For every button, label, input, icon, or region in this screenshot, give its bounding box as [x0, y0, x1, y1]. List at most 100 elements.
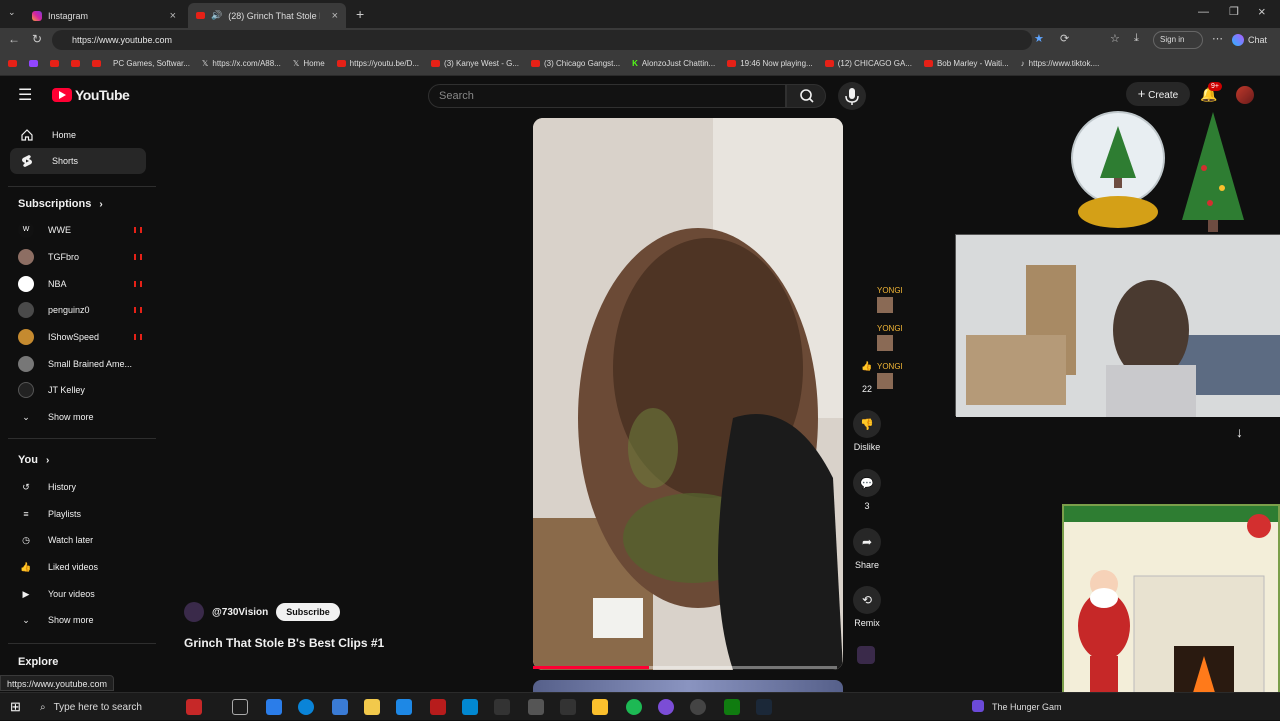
copilot-icon[interactable]	[266, 699, 282, 715]
video-title[interactable]: Grinch That Stole B's Best Clips #1	[184, 636, 384, 650]
share-button[interactable]: ➦ Share	[851, 528, 883, 570]
twitch-icon[interactable]	[29, 60, 38, 67]
voice-search-button[interactable]	[838, 82, 866, 110]
app-icon[interactable]	[560, 699, 576, 715]
search-button[interactable]	[786, 84, 826, 108]
search-input[interactable]: Search	[428, 84, 786, 108]
xbox-icon[interactable]	[724, 699, 740, 715]
youtube-icon[interactable]	[71, 60, 80, 67]
bookmark-item[interactable]: 𝕏https://x.com/A88...	[202, 59, 281, 68]
tab-menu-icon[interactable]: ⌄	[8, 7, 16, 18]
taskbar-window-hunger-games[interactable]: The Hunger Gam	[972, 693, 1062, 721]
sidebar-item-watch-later[interactable]: ◷ Watch later	[18, 530, 142, 550]
sidebar-item-history[interactable]: ↺ History	[18, 477, 142, 497]
youtube-icon[interactable]	[50, 60, 59, 67]
bookmark-item[interactable]: https://youtu.be/D...	[336, 59, 419, 68]
next-video-preview[interactable]	[533, 680, 843, 692]
favorite-star-icon[interactable]: ★	[1034, 32, 1044, 45]
app-icon[interactable]	[690, 699, 706, 715]
youtube-icon[interactable]	[92, 60, 101, 67]
youtube-logo[interactable]: YouTube	[52, 87, 130, 103]
santa-fireplace-image	[1064, 506, 1278, 718]
channel-avatar[interactable]	[857, 646, 875, 664]
sidebar-item-nba[interactable]: NBA	[18, 274, 142, 294]
notifications-button[interactable]: 🔔 9+	[1200, 82, 1222, 104]
shorts-video-player[interactable]	[533, 118, 843, 670]
app-icon[interactable]	[430, 699, 446, 715]
more-menu-icon[interactable]: ⋯	[1212, 32, 1223, 45]
sidebar-item-jt-kelley[interactable]: JT Kelley	[18, 380, 142, 400]
store-icon[interactable]	[332, 699, 348, 715]
app-icon[interactable]	[658, 699, 674, 715]
refresh-icon[interactable]: ↻	[32, 32, 42, 46]
bookmark-item[interactable]: ♪ https://www.tiktok....	[1021, 59, 1100, 68]
url-field[interactable]: https://www.youtube.com	[52, 30, 1032, 50]
subscribe-button[interactable]: Subscribe	[276, 603, 340, 621]
you-header[interactable]: You ›	[18, 454, 49, 466]
window-close-icon[interactable]: ×	[1258, 4, 1266, 19]
steam-icon[interactable]	[756, 699, 772, 715]
sidebar-item-penguinz0[interactable]: penguinz0	[18, 300, 142, 320]
bookmark-item[interactable]: K AlonzoJust Chattin...	[632, 59, 715, 68]
like-count: 22	[861, 384, 872, 394]
avatar[interactable]	[184, 602, 204, 622]
taskbar-search[interactable]: ⌕ Type here to search	[32, 696, 172, 718]
new-tab-icon[interactable]: +	[356, 6, 364, 22]
maximize-icon[interactable]: ❐	[1229, 5, 1239, 18]
bookmark-item[interactable]: 𝕏 Home	[293, 59, 325, 68]
sidebar-item-small-brained[interactable]: Small Brained Ame...	[18, 354, 142, 374]
bookmark-item[interactable]: 19:46 Now playing...	[727, 59, 813, 68]
poinsettia-icon[interactable]	[186, 699, 202, 715]
channel-name[interactable]: @730Vision	[212, 607, 268, 618]
app-icon[interactable]	[592, 699, 608, 715]
spotify-icon[interactable]	[626, 699, 642, 715]
sidebar-item-wwe[interactable]: W WWE	[18, 220, 142, 240]
show-more-button[interactable]: ⌄ Show more	[18, 610, 142, 630]
sidebar-item-shorts[interactable]: Shorts	[10, 148, 146, 174]
sidebar-item-playlists[interactable]: ≡ Playlists	[18, 504, 142, 524]
video-progress-bar[interactable]	[533, 666, 837, 669]
remix-button[interactable]: ⟲ Remix	[851, 586, 883, 628]
bookmark-item[interactable]: (12) CHICAGO GA...	[824, 59, 912, 68]
minimize-icon[interactable]: —	[1198, 6, 1209, 18]
copilot-chat-button[interactable]: Chat	[1232, 31, 1267, 49]
arrow-down-icon[interactable]: ↓	[1236, 424, 1243, 440]
explore-header: Explore	[18, 656, 59, 668]
create-button[interactable]: + Create	[1126, 82, 1190, 106]
file-explorer-icon[interactable]	[364, 699, 380, 715]
extensions-icon[interactable]: ⟳	[1060, 32, 1069, 45]
mail-icon[interactable]	[396, 699, 412, 715]
youtube-icon[interactable]	[8, 60, 17, 67]
hamburger-menu-icon[interactable]: ☰	[18, 85, 32, 105]
dislike-button[interactable]: 👎 Dislike	[851, 410, 883, 452]
bookmark-item[interactable]: (3) Kanye West - G...	[431, 59, 519, 68]
speaker-icon[interactable]: 🔊	[211, 10, 222, 21]
sidebar-item-tgfbro[interactable]: TGFbro	[18, 247, 142, 267]
app-icon[interactable]	[528, 699, 544, 715]
app-icon[interactable]	[494, 699, 510, 715]
show-more-button[interactable]: ⌄ Show more	[18, 407, 142, 427]
download-icon[interactable]: ⤓	[1134, 32, 1139, 45]
bookmark-item[interactable]: PC Games, Softwar...	[113, 59, 190, 68]
like-button[interactable]: 👍 22	[851, 352, 883, 395]
back-icon[interactable]: ←	[8, 32, 20, 46]
bookmark-item[interactable]: (3) Chicago Gangst...	[531, 59, 620, 68]
tab-youtube[interactable]: 🔊 (28) Grinch That Stole B's Best ×	[188, 3, 346, 28]
sidebar-item-ishowspeed[interactable]: IShowSpeed	[18, 327, 142, 347]
close-icon[interactable]: ×	[332, 10, 338, 22]
close-icon[interactable]: ×	[170, 10, 176, 22]
app-icon[interactable]	[462, 699, 478, 715]
collections-icon[interactable]: ☆	[1110, 32, 1120, 45]
sidebar-item-home[interactable]: Home	[10, 122, 146, 148]
sidebar-item-liked-videos[interactable]: 👍 Liked videos	[18, 557, 142, 577]
bookmark-item[interactable]: Bob Marley - Waiti...	[923, 59, 1009, 68]
windows-start-icon[interactable]: ⊞	[10, 699, 21, 715]
comments-button[interactable]: 💬 3	[851, 469, 883, 511]
tab-instagram[interactable]: Instagram ×	[24, 3, 184, 28]
avatar[interactable]	[1236, 86, 1254, 104]
subscriptions-header[interactable]: Subscriptions ›	[18, 198, 103, 210]
sign-in-button[interactable]: Sign in	[1153, 31, 1203, 49]
edge-icon[interactable]	[298, 699, 314, 715]
task-view-icon[interactable]	[232, 699, 248, 715]
sidebar-item-your-videos[interactable]: ▶ Your videos	[18, 584, 142, 604]
